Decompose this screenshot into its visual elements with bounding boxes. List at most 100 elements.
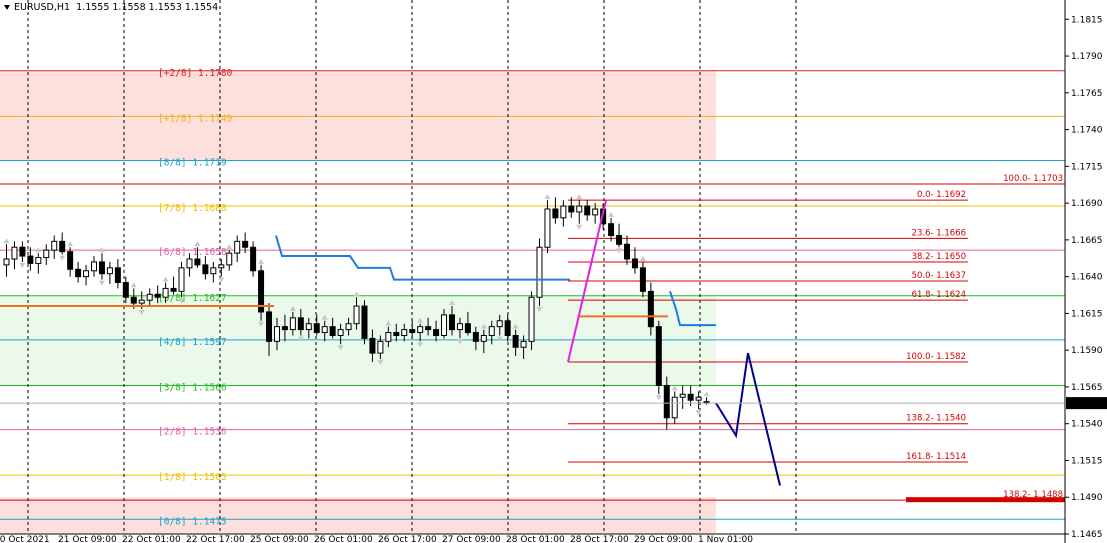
candle-body xyxy=(456,323,463,331)
candle-body xyxy=(448,314,455,331)
fractal-up-icon xyxy=(703,391,710,397)
candle-body xyxy=(162,287,169,298)
candle-body xyxy=(417,326,424,334)
murrey-label: [3/8] 1.1566 xyxy=(158,382,227,393)
fractal-up-icon xyxy=(130,282,137,288)
fib-label: 23.6- 1.1666 xyxy=(912,228,966,238)
candle-body xyxy=(695,396,702,401)
trend-line-blue xyxy=(275,235,570,281)
candle-body xyxy=(655,326,662,386)
dropdown-triangle-icon[interactable] xyxy=(4,5,10,10)
candle-body xyxy=(67,251,74,270)
candle-body xyxy=(393,332,400,336)
price-tick-label: 1.1815 xyxy=(1071,15,1103,25)
candle-body xyxy=(154,293,161,298)
price-tick-label: 1.1665 xyxy=(1071,236,1103,246)
candle-body xyxy=(19,246,26,257)
candle-body xyxy=(592,208,599,216)
candle-body xyxy=(210,267,217,275)
candle-body xyxy=(425,326,432,331)
candle-body xyxy=(385,332,392,342)
candle-body xyxy=(27,255,34,264)
fib-label: 138.2- 1.1540 xyxy=(906,414,966,424)
candle-body xyxy=(321,326,328,334)
price-tick-label: 1.1790 xyxy=(1071,52,1103,62)
fib-label: 161.8- 1.1514 xyxy=(906,452,966,462)
candle-body xyxy=(536,246,543,298)
candle-body xyxy=(250,246,257,272)
candle-body xyxy=(576,205,583,213)
fractal-up-icon xyxy=(258,258,265,264)
price-tick-label: 1.1740 xyxy=(1071,126,1103,136)
price-tick-label: 1.1765 xyxy=(1071,89,1103,99)
candle-body xyxy=(401,329,408,336)
fractal-down-icon xyxy=(695,410,702,415)
candle-body xyxy=(266,311,273,342)
candle-body xyxy=(297,317,304,331)
murrey-label: [1/8] 1.1505 xyxy=(158,472,227,483)
fib-label: 100.0- 1.1703 xyxy=(1003,174,1063,184)
fractal-down-icon xyxy=(576,224,583,230)
candle-body xyxy=(98,261,105,275)
fractal-up-icon xyxy=(194,241,201,247)
current-price-label: 1.1554 xyxy=(1070,400,1102,410)
candle-body xyxy=(623,243,630,260)
murrey-label: [2/8] 1.1536 xyxy=(158,427,227,438)
candle-body xyxy=(313,323,320,334)
candle-body xyxy=(130,296,137,304)
candle-body xyxy=(512,334,519,348)
fractal-up-icon xyxy=(98,247,105,253)
fractal-down-icon xyxy=(218,277,225,283)
fractal-up-icon xyxy=(226,244,233,250)
candle-body xyxy=(369,337,376,354)
fractal-up-icon xyxy=(162,276,169,282)
candle-body xyxy=(464,323,471,334)
candle-body xyxy=(289,317,296,331)
candle-body xyxy=(647,290,654,328)
fractal-up-icon xyxy=(639,255,646,261)
price-chart[interactable]: [+2/8] 1.1780 [+1/8] 1.1749 [8/8] 1.1719 [7… xyxy=(0,0,1107,543)
candle-body xyxy=(345,323,352,331)
fractal-down-icon xyxy=(19,262,26,268)
candle-body xyxy=(11,246,18,260)
candle-body xyxy=(616,234,623,245)
fractal-down-icon xyxy=(616,248,623,254)
candle-body xyxy=(281,326,288,331)
fractal-up-icon xyxy=(353,291,360,297)
time-tick-label: 26 Oct 01:00 xyxy=(314,535,373,543)
murrey-label: [0/8] 1.1475 xyxy=(158,516,227,527)
candle-body xyxy=(480,334,487,342)
candle-body xyxy=(51,240,58,251)
candle-body xyxy=(544,208,551,248)
candle-body xyxy=(504,320,511,336)
fractal-down-icon xyxy=(655,395,662,401)
time-tick-label: 26 Oct 17:00 xyxy=(378,535,437,543)
price-tick-label: 1.1715 xyxy=(1071,162,1103,172)
fib-label: 0.0- 1.1692 xyxy=(917,190,966,200)
candle-body xyxy=(584,205,591,216)
fractal-up-icon xyxy=(671,385,678,391)
fractal-up-icon xyxy=(3,238,10,244)
candle-body xyxy=(663,384,670,419)
murrey-label: [7/8] 1.1688 xyxy=(158,203,227,214)
time-tick-label: 27 Oct 09:00 xyxy=(442,535,501,543)
fractal-up-icon xyxy=(67,241,74,247)
candle-body xyxy=(43,249,50,259)
murrey-zone-upper xyxy=(0,70,716,161)
fib-label: 38.2- 1.1650 xyxy=(912,252,966,262)
murrey-label: [+1/8] 1.1749 xyxy=(158,113,233,124)
candle-body xyxy=(83,270,90,278)
price-tick-label: 1.1690 xyxy=(1071,199,1103,209)
candle-body xyxy=(671,396,678,419)
candle-body xyxy=(377,340,384,354)
candle-body xyxy=(146,293,153,301)
price-tick-label: 1.1615 xyxy=(1071,309,1103,319)
candle-body xyxy=(273,326,280,342)
time-tick-label: 29 Oct 09:00 xyxy=(634,535,693,543)
candle-body xyxy=(218,264,225,269)
time-tick-label: 25 Oct 09:00 xyxy=(250,535,309,543)
candle-body xyxy=(234,240,241,254)
candle-body xyxy=(35,257,42,264)
fractal-up-icon xyxy=(608,211,615,217)
candle-body xyxy=(122,282,129,298)
